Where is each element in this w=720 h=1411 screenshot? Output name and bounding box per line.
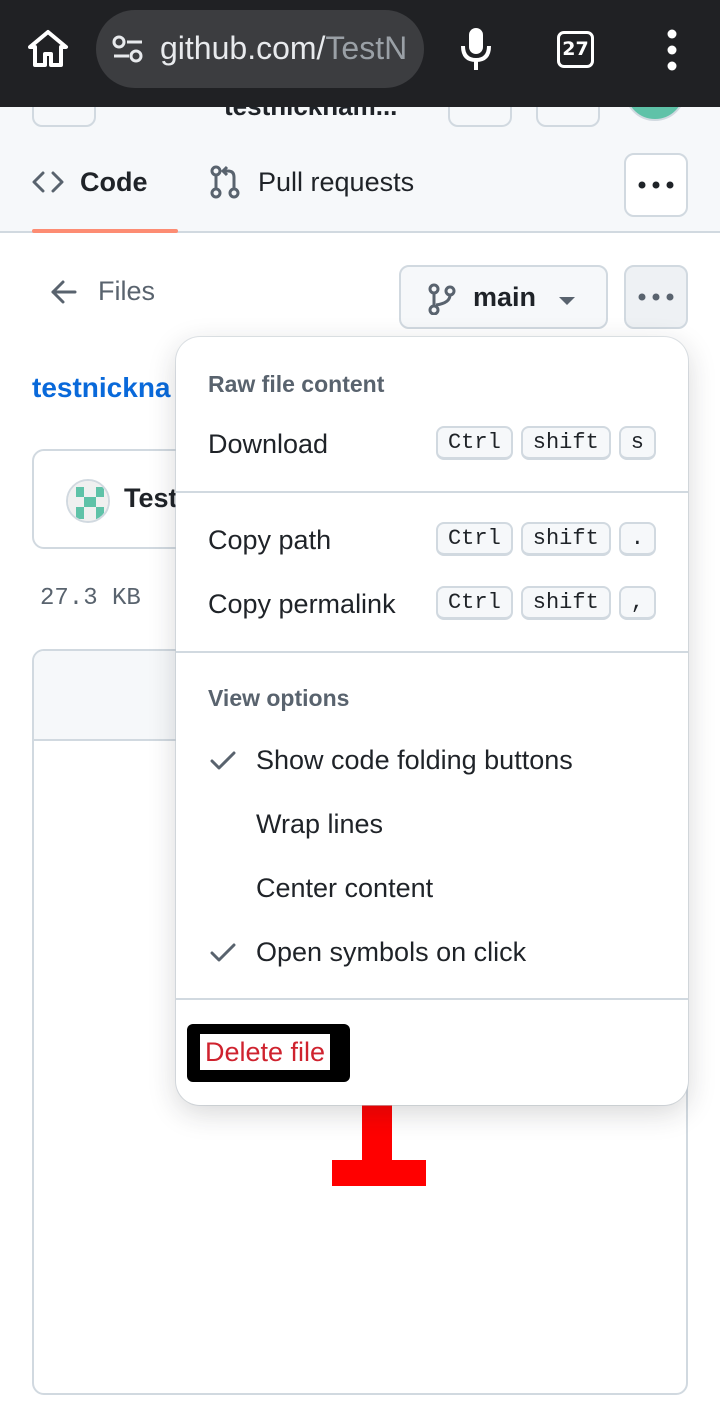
view-options-header: View options xyxy=(208,685,350,711)
menu-item-label: Show code folding buttons xyxy=(256,745,573,775)
pull-request-icon xyxy=(210,165,240,199)
repo-owner-label[interactable]: testnickham... xyxy=(224,107,397,122)
delete-file-highlight: Delete file xyxy=(187,1024,350,1082)
user-avatar[interactable] xyxy=(624,107,686,121)
repo-nav: Code Pull requests xyxy=(0,132,720,233)
menu-item-open-symbols[interactable]: Open symbols on click xyxy=(176,921,688,985)
menu-item-copy-permalink[interactable]: Copy permalink Ctrl shift , xyxy=(176,573,688,637)
files-label: Files xyxy=(98,276,156,306)
file-actions-menu: Raw file content Download Ctrl shift s C… xyxy=(176,337,688,1105)
commit-author-avatar[interactable] xyxy=(66,479,110,523)
site-header: testnickham... xyxy=(0,107,720,132)
download-shortcut: Ctrl shift s xyxy=(435,426,656,460)
triangle-down-icon xyxy=(559,297,575,305)
file-size: 27.3 KB xyxy=(40,585,141,612)
menu-divider xyxy=(176,998,688,1000)
kbd-key: s xyxy=(618,426,656,460)
menu-item-label: Open symbols on click xyxy=(256,937,527,967)
menu-item-label: Wrap lines xyxy=(256,809,384,839)
kbd-key: Ctrl xyxy=(435,586,513,620)
tab-pull-requests[interactable]: Pull requests xyxy=(208,132,414,232)
kebab-horizontal-icon xyxy=(638,293,674,301)
nav-more-button[interactable] xyxy=(624,153,688,217)
kbd-key: Ctrl xyxy=(435,426,513,460)
kbd-key: . xyxy=(618,522,656,556)
branch-selector-button[interactable]: main xyxy=(399,265,608,329)
git-branch-icon xyxy=(428,283,456,315)
kbd-key: shift xyxy=(520,586,611,620)
kbd-key: Ctrl xyxy=(435,522,513,556)
annotation-marker-stem xyxy=(362,1104,392,1160)
menu-item-center-content[interactable]: Center content xyxy=(176,857,688,921)
menu-item-delete-file[interactable]: Delete file xyxy=(200,1034,331,1070)
menu-item-copy-path[interactable]: Copy path Ctrl shift . xyxy=(176,509,688,573)
menu-item-show-code-folding[interactable]: Show code folding buttons xyxy=(176,729,688,793)
microphone-icon[interactable] xyxy=(458,26,494,72)
kebab-horizontal-icon xyxy=(638,181,674,189)
github-logo-icon[interactable] xyxy=(128,107,190,119)
tab-pull-requests-label: Pull requests xyxy=(258,166,415,197)
kbd-key: shift xyxy=(520,426,611,460)
site-settings-icon[interactable] xyxy=(112,34,144,64)
kbd-key: shift xyxy=(520,522,611,556)
repo-name-link[interactable]: testnickna xyxy=(32,372,171,404)
raw-file-content-header: Raw file content xyxy=(208,371,385,397)
commit-author-name[interactable]: Test xyxy=(124,483,178,514)
menu-divider xyxy=(176,491,688,493)
menu-item-wrap-lines[interactable]: Wrap lines xyxy=(176,793,688,857)
copy-permalink-shortcut: Ctrl shift , xyxy=(435,586,656,620)
branch-name: main xyxy=(473,282,537,312)
home-icon[interactable] xyxy=(26,27,70,71)
browser-toolbar: github.com/TestN 27 xyxy=(0,0,720,107)
check-icon xyxy=(210,943,236,962)
menu-item-label: Center content xyxy=(256,873,434,903)
menu-item-download-label: Download xyxy=(208,429,329,459)
check-icon xyxy=(210,751,236,770)
menu-button[interactable] xyxy=(32,107,96,127)
arrow-left-icon xyxy=(51,280,77,303)
kbd-key: , xyxy=(618,586,656,620)
menu-divider xyxy=(176,651,688,653)
menu-item-copy-path-label: Copy path xyxy=(208,525,332,555)
copilot-button[interactable] xyxy=(536,107,600,127)
url-text: github.com/TestN xyxy=(160,30,406,66)
menu-item-download[interactable]: Download Ctrl shift s xyxy=(176,413,688,477)
tab-code-label: Code xyxy=(80,166,148,197)
copy-path-shortcut: Ctrl shift . xyxy=(435,522,656,556)
files-back-link[interactable]: Files xyxy=(50,276,155,307)
identicon-icon xyxy=(68,481,108,521)
file-actions-button[interactable] xyxy=(624,265,688,329)
search-button[interactable] xyxy=(448,107,512,127)
tab-code[interactable]: Code xyxy=(32,132,178,233)
code-icon xyxy=(32,171,64,193)
active-tab-underline xyxy=(32,229,178,233)
tab-switcher-button[interactable]: 27 xyxy=(557,31,594,68)
address-bar[interactable]: github.com/TestN xyxy=(96,10,424,88)
menu-item-copy-permalink-label: Copy permalink xyxy=(208,589,396,619)
annotation-marker-base xyxy=(332,1160,426,1186)
more-vert-icon[interactable] xyxy=(662,29,682,71)
